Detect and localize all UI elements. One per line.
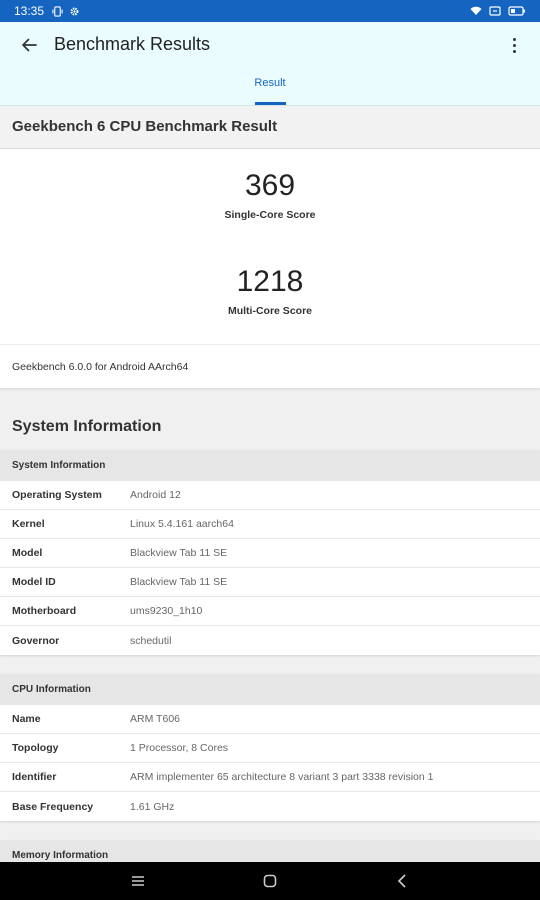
row-value: Android 12: [130, 489, 181, 501]
status-bar: 13:35: [0, 0, 540, 22]
row-value: Linux 5.4.161 aarch64: [130, 518, 234, 530]
back-button[interactable]: [16, 32, 42, 58]
row-value: schedutil: [130, 634, 172, 647]
memory-table-header: Memory Information: [0, 840, 540, 862]
system-info-table: System Information Operating System Andro…: [0, 450, 540, 655]
results-content[interactable]: Geekbench 6 CPU Benchmark Result 369 Sin…: [0, 106, 540, 862]
multi-core-score: 1218: [236, 265, 304, 298]
row-key: Identifier: [12, 771, 57, 783]
multi-core-block: 1218 Multi-Core Score: [0, 245, 540, 344]
row-key: Kernel: [12, 518, 45, 530]
table-row: Kernel Linux 5.4.161 aarch64: [0, 510, 540, 539]
row-value: ARM implementer 65 architecture 8 varian…: [130, 771, 434, 783]
home-button[interactable]: [260, 871, 280, 891]
recents-icon: [132, 876, 144, 886]
table-row: Name ARM T606: [0, 705, 540, 734]
table-row: Motherboard ums9230_1h10: [0, 597, 540, 626]
geekbench-version: Geekbench 6.0.0 for Android AArch64: [0, 344, 540, 388]
arrow-left-icon: [22, 38, 37, 52]
row-value: ARM T606: [130, 713, 180, 725]
single-core-score: 369: [244, 169, 296, 202]
sim-icon: [489, 6, 501, 16]
table-row: Model ID Blackview Tab 11 SE: [0, 568, 540, 597]
recents-button[interactable]: [128, 871, 148, 891]
table-row: Base Frequency 1.61 GHz: [0, 792, 540, 821]
more-vert-icon: [512, 37, 516, 41]
wifi-icon: [470, 6, 482, 15]
vibrate-icon: [52, 5, 63, 17]
row-key: Name: [12, 713, 41, 725]
system-nav-bar: [0, 862, 540, 900]
row-key: Topology: [12, 742, 59, 754]
row-value: ums9230_1h10: [130, 605, 203, 617]
result-title: Geekbench 6 CPU Benchmark Result: [0, 106, 540, 149]
back-nav-button[interactable]: [392, 871, 412, 891]
row-value: 1.61 GHz: [130, 800, 175, 813]
tab-indicator: [255, 102, 286, 105]
row-key: Base Frequency: [12, 800, 94, 813]
more-options-button[interactable]: [504, 34, 524, 56]
table-row: Topology 1 Processor, 8 Cores: [0, 734, 540, 763]
cpu-table-header: CPU Information: [0, 674, 540, 705]
table-row: Identifier ARM implementer 65 architectur…: [0, 763, 540, 792]
table-row: Model Blackview Tab 11 SE: [0, 539, 540, 568]
row-key: Model: [12, 547, 43, 559]
status-time: 13:35: [14, 4, 45, 18]
score-card: 369 Single-Core Score 1218 Multi-Core Sc…: [0, 149, 540, 344]
cpu-info-table: CPU Information Name ARM T606 Topology 1 P…: [0, 674, 540, 821]
row-key: Governor: [12, 634, 60, 647]
table-row: Governor schedutil: [0, 626, 540, 655]
battery-icon: [508, 6, 525, 16]
settings-gear-icon: [70, 7, 79, 15]
single-core-label: Single-Core Score: [224, 209, 316, 221]
row-key: Model ID: [12, 576, 56, 588]
tab-result[interactable]: Result: [240, 77, 300, 89]
single-core-block: 369 Single-Core Score: [0, 149, 540, 245]
row-value: 1 Processor, 8 Cores: [130, 742, 229, 754]
table-row: Operating System Android 12: [0, 481, 540, 510]
home-icon: [263, 874, 277, 888]
system-table-header: System Information: [0, 450, 540, 481]
row-key: Motherboard: [12, 605, 77, 617]
row-value: Blackview Tab 11 SE: [130, 547, 228, 559]
page-title: Benchmark Results: [54, 34, 211, 54]
row-value: Blackview Tab 11 SE: [130, 576, 228, 588]
system-information-heading: System Information: [12, 418, 162, 435]
app-bar: Benchmark Results Result: [0, 22, 540, 106]
back-nav-icon: [397, 874, 406, 888]
row-key: Operating System: [12, 489, 102, 501]
memory-info-table: Memory Information: [0, 840, 540, 862]
multi-core-label: Multi-Core Score: [227, 305, 312, 317]
